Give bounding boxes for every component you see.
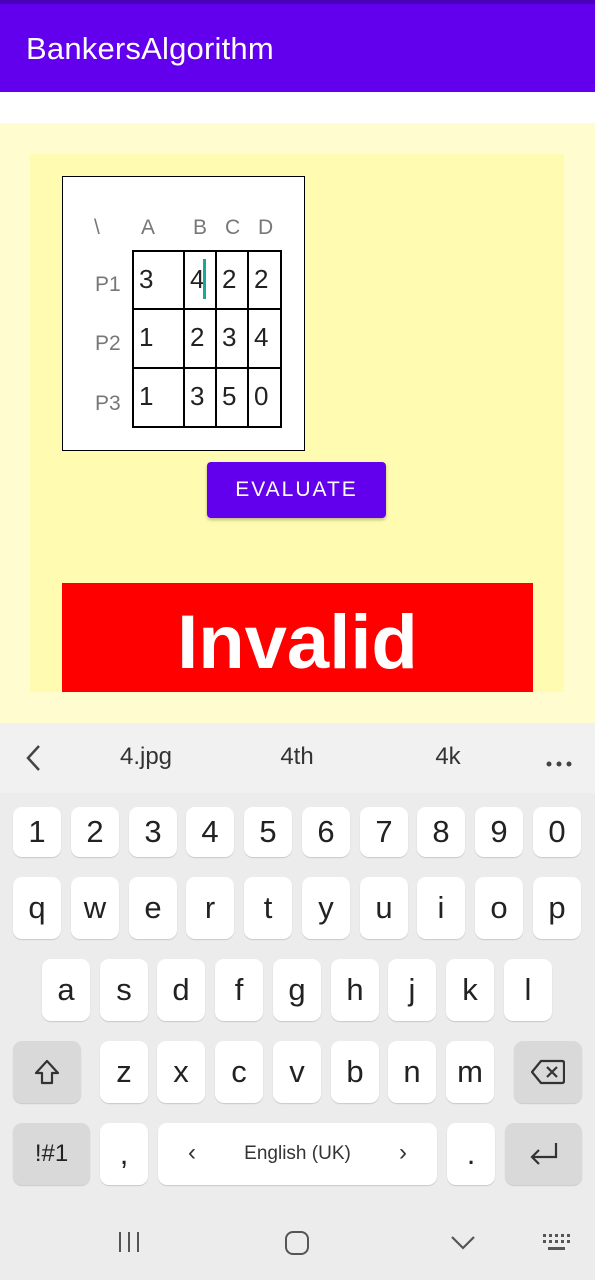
key-o[interactable]: o [475, 877, 523, 939]
key-t[interactable]: t [244, 877, 292, 939]
key-p[interactable]: p [533, 877, 581, 939]
result-text: Invalid [177, 600, 418, 685]
key-5[interactable]: 5 [244, 807, 292, 857]
key-n[interactable]: n [388, 1041, 436, 1103]
key-k[interactable]: k [446, 959, 494, 1021]
matrix-cell-p3-c[interactable]: 5 [215, 367, 249, 428]
shift-key[interactable] [13, 1041, 81, 1103]
column-header-a: A [141, 216, 156, 239]
key-s[interactable]: s [100, 959, 148, 1021]
row-label-p3: P3 [95, 392, 121, 415]
comma-key[interactable]: , [100, 1123, 148, 1185]
row-label-p1: P1 [95, 273, 121, 296]
matrix-cell-p1-c[interactable]: 2 [215, 250, 249, 310]
key-c[interactable]: c [215, 1041, 263, 1103]
space-label: English (UK) [244, 1143, 351, 1164]
matrix-corner-label: \ [94, 216, 100, 239]
backspace-key[interactable] [514, 1041, 582, 1103]
key-j[interactable]: j [388, 959, 436, 1021]
chevron-right-small-icon: › [399, 1139, 407, 1166]
more-icon[interactable] [546, 755, 572, 767]
key-f[interactable]: f [215, 959, 263, 1021]
app-title: BankersAlgorithm [26, 31, 274, 66]
suggestion-3[interactable]: 4k [398, 743, 498, 771]
column-header-c: C [225, 216, 241, 239]
key-2[interactable]: 2 [71, 807, 119, 857]
key-3[interactable]: 3 [129, 807, 177, 857]
row-label-p2: P2 [95, 332, 121, 355]
key-w[interactable]: w [71, 877, 119, 939]
matrix-cell-p2-a[interactable]: 1 [132, 308, 185, 369]
key-1[interactable]: 1 [13, 807, 61, 857]
keyboard-keys: 1 2 3 4 5 6 7 8 9 0 q w e r t y u i o p … [0, 793, 595, 1280]
matrix-cell-p1-b[interactable]: 4 [183, 250, 217, 310]
soft-keyboard: 4.jpg 4th 4k 1 2 3 4 5 6 7 8 9 0 q w e r… [0, 723, 595, 1280]
chevron-left-small-icon: ‹ [188, 1139, 196, 1166]
matrix-table: \ A B C D P1 P2 P3 3 4 2 2 1 2 3 4 1 3 5… [62, 176, 305, 451]
key-q[interactable]: q [13, 877, 61, 939]
key-9[interactable]: 9 [475, 807, 523, 857]
suggestion-2[interactable]: 4th [247, 743, 347, 771]
key-0[interactable]: 0 [533, 807, 581, 857]
matrix-cell-p3-b[interactable]: 3 [183, 367, 217, 428]
key-r[interactable]: r [186, 877, 234, 939]
matrix-cell-p2-b[interactable]: 2 [183, 308, 217, 369]
key-d[interactable]: d [157, 959, 205, 1021]
keyboard-icon[interactable] [542, 1233, 572, 1258]
suggestion-bar: 4.jpg 4th 4k [0, 723, 595, 793]
key-g[interactable]: g [273, 959, 321, 1021]
back-icon[interactable] [450, 1235, 476, 1256]
evaluate-button[interactable]: EVALUATE [207, 462, 386, 518]
shift-icon [34, 1059, 60, 1085]
key-i[interactable]: i [417, 877, 465, 939]
symbols-key[interactable]: !#1 [13, 1123, 90, 1185]
key-l[interactable]: l [504, 959, 552, 1021]
key-6[interactable]: 6 [302, 807, 350, 857]
key-x[interactable]: x [157, 1041, 205, 1103]
matrix-cell-p3-a[interactable]: 1 [132, 367, 185, 428]
key-u[interactable]: u [360, 877, 408, 939]
key-y[interactable]: y [302, 877, 350, 939]
enter-key[interactable] [505, 1123, 582, 1185]
column-header-d: D [258, 216, 274, 239]
matrix-cell-p3-d[interactable]: 0 [247, 367, 282, 428]
enter-icon [529, 1143, 557, 1165]
key-z[interactable]: z [100, 1041, 148, 1103]
app-bar: BankersAlgorithm [0, 4, 595, 92]
key-v[interactable]: v [273, 1041, 321, 1103]
text-cursor [203, 259, 206, 299]
space-key[interactable]: ‹ English (UK) › [158, 1123, 437, 1185]
matrix-cell-p1-a[interactable]: 3 [132, 250, 185, 310]
key-8[interactable]: 8 [417, 807, 465, 857]
result-banner: Invalid [62, 583, 533, 692]
home-icon[interactable] [284, 1230, 310, 1261]
matrix-cell-p2-c[interactable]: 3 [215, 308, 249, 369]
key-m[interactable]: m [446, 1041, 494, 1103]
key-4[interactable]: 4 [186, 807, 234, 857]
matrix-cell-p1-d[interactable]: 2 [247, 250, 282, 310]
period-key[interactable]: . [447, 1123, 495, 1185]
matrix-cell-p2-d[interactable]: 4 [247, 308, 282, 369]
suggestion-1[interactable]: 4.jpg [96, 743, 196, 771]
key-7[interactable]: 7 [360, 807, 408, 857]
recents-icon[interactable] [117, 1231, 141, 1258]
column-header-b: B [193, 216, 208, 239]
key-a[interactable]: a [42, 959, 90, 1021]
key-b[interactable]: b [331, 1041, 379, 1103]
chevron-left-icon[interactable] [22, 743, 46, 773]
backspace-icon [531, 1059, 565, 1085]
key-e[interactable]: e [129, 877, 177, 939]
key-h[interactable]: h [331, 959, 379, 1021]
